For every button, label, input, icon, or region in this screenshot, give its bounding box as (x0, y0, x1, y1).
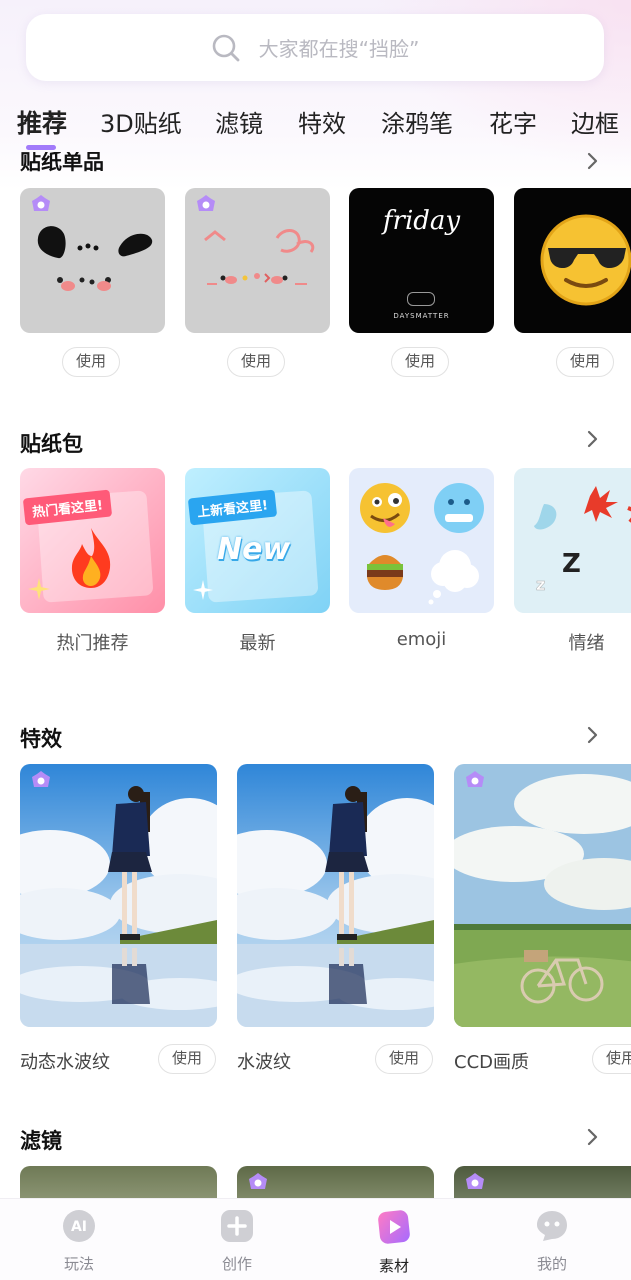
friday-text: friday (382, 206, 461, 236)
pack-card-hot[interactable]: 热门看这里! (20, 468, 165, 613)
chevron-right-icon[interactable] (585, 1128, 601, 1146)
chevron-right-icon[interactable] (585, 726, 601, 744)
tab-doodle-pen[interactable]: 涂鸦笔 (381, 104, 453, 139)
vip-crown-icon (32, 771, 50, 787)
daysmatter-text: DAYSMATTER (393, 312, 450, 320)
filter-card[interactable] (454, 1166, 631, 1198)
use-button[interactable]: 使用 (556, 347, 614, 377)
tab-effects[interactable]: 特效 (298, 104, 346, 139)
effect-card-ccd[interactable] (454, 764, 631, 1027)
filter-card[interactable] (237, 1166, 434, 1198)
vip-crown-icon (32, 195, 50, 211)
category-tabs: 推荐 3D贴纸 滤镜 特效 涂鸦笔 花字 边框 (0, 100, 631, 150)
search-placeholder[interactable]: 大家都在搜“挡脸” (259, 33, 420, 62)
use-button[interactable]: 使用 (158, 1044, 216, 1074)
nav-item-play[interactable]: AI 玩法 (39, 1209, 119, 1274)
use-button[interactable]: 使用 (227, 347, 285, 377)
bicycle-field-photo (454, 764, 631, 1027)
effect-label: 水波纹 (237, 1052, 291, 1073)
effect-card-dynamic-ripple[interactable] (20, 764, 217, 1027)
vip-crown-icon (249, 1173, 267, 1189)
ai-icon-text: AI (71, 1219, 87, 1235)
search-bar[interactable]: 大家都在搜“挡脸” (26, 14, 604, 81)
effect-label: CCD画质 (454, 1052, 529, 1073)
sticker-card-pink-cat[interactable] (185, 188, 330, 333)
nav-item-mine[interactable]: 我的 (512, 1209, 592, 1274)
sticker-card-blush-ears[interactable] (20, 188, 165, 333)
sparkle-icon (28, 578, 50, 600)
section-title-effects: 特效 (20, 727, 62, 751)
friday-emblem-icon (407, 292, 435, 306)
section-title-single-stickers: 贴纸单品 (20, 152, 104, 174)
section-title-filters: 滤镜 (20, 1129, 62, 1153)
nav-label: 创作 (221, 1255, 252, 1273)
sticker-card-friday[interactable]: friday DAYSMATTER (349, 188, 494, 333)
chat-face-icon (537, 1211, 567, 1241)
use-button[interactable]: 使用 (62, 347, 120, 377)
girl-reflection-photo (20, 764, 217, 1027)
section-title-sticker-packs: 贴纸包 (20, 432, 83, 456)
nav-item-material[interactable]: 素材 (354, 1209, 434, 1276)
girl-reflection-photo (237, 764, 434, 1027)
pack-label: emoji (396, 629, 447, 650)
pack-label: 情绪 (568, 633, 605, 654)
nav-label: 玩法 (63, 1255, 94, 1273)
effect-label: 动态水波纹 (20, 1052, 110, 1073)
plus-icon (221, 1210, 253, 1242)
emotion-collage-image: Z z (534, 486, 631, 594)
tab-fancy-text[interactable]: 花字 (489, 104, 537, 139)
flame-icon (71, 528, 111, 588)
sparkle-icon (193, 580, 213, 600)
new-badge-text: New (217, 532, 291, 567)
tab-frame[interactable]: 边框 (571, 104, 619, 139)
bottom-nav: AI 玩法 创作 素材 我的 (0, 1198, 631, 1280)
pack-card-new[interactable]: 上新看这里! New (185, 468, 330, 613)
vip-crown-icon (197, 195, 215, 211)
use-button[interactable]: 使用 (391, 347, 449, 377)
pack-card-emoji[interactable] (349, 468, 494, 613)
scroll-content[interactable]: 贴纸单品 使用 使用 friday DAYSMATTER 使用 使用 贴纸包 热… (0, 152, 631, 1198)
svg-text:Z: Z (562, 549, 581, 579)
material-icon (378, 1210, 410, 1244)
use-button[interactable]: 使用 (375, 1044, 433, 1074)
search-icon (212, 34, 240, 61)
pack-card-emotion[interactable]: Z z (514, 468, 631, 613)
nav-label: 素材 (378, 1257, 409, 1275)
chevron-right-icon[interactable] (585, 430, 601, 448)
use-button[interactable]: 使用 (592, 1044, 631, 1074)
emoji-collage-image (360, 483, 484, 605)
chevron-right-icon[interactable] (585, 152, 601, 170)
vip-crown-icon (466, 771, 484, 787)
filter-card[interactable] (20, 1166, 217, 1198)
active-tab-indicator (26, 145, 56, 150)
pack-label: 热门推荐 (56, 633, 129, 654)
tab-3d-sticker[interactable]: 3D贴纸 (100, 104, 182, 139)
pack-label: 最新 (239, 633, 276, 654)
nav-label: 我的 (536, 1255, 567, 1273)
ai-icon: AI (63, 1210, 95, 1242)
tab-filter[interactable]: 滤镜 (215, 104, 263, 139)
sticker-card-sunglasses-emoji[interactable] (514, 188, 631, 333)
tab-recommend[interactable]: 推荐 (17, 104, 67, 140)
nav-item-create[interactable]: 创作 (197, 1209, 277, 1274)
sunglasses-emoji-icon (540, 214, 631, 306)
effect-card-ripple[interactable] (237, 764, 434, 1027)
svg-text:z: z (536, 575, 545, 594)
vip-crown-icon (466, 1173, 484, 1189)
